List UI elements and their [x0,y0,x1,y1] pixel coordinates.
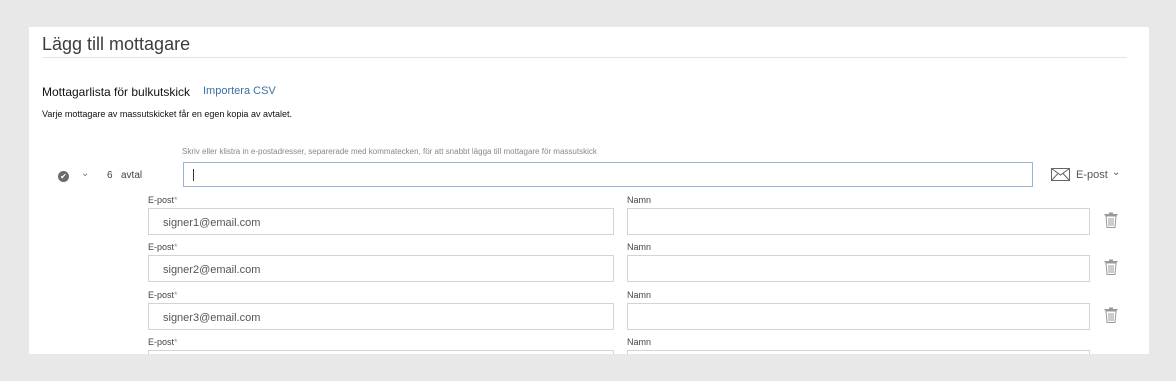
delivery-method-label[interactable]: E-post [1076,169,1108,181]
email-field[interactable]: signer1@email.com [148,208,614,235]
text-caret [193,169,194,181]
name-label: Namn [627,242,652,252]
bulk-input-hint: Skriv eller klistra in e-postadresser, s… [182,147,597,156]
agreement-count: 6 [107,170,113,181]
envelope-icon[interactable] [1051,168,1070,181]
email-label: E-post* [148,290,178,300]
agreement-count-unit: avtal [121,170,143,181]
trash-icon[interactable] [1104,307,1118,323]
add-recipients-panel: Lägg till mottagare Mottagarlista för bu… [29,27,1149,354]
recipient-row: E-post* Namn signer3@email.com [29,290,1149,337]
recipient-row: E-post* Namn [29,337,1149,354]
title-divider [42,57,1127,58]
bulk-list-title: Mottagarlista för bulkutskick [42,85,191,99]
name-field[interactable] [627,303,1090,330]
name-field[interactable] [627,208,1090,235]
email-label: E-post* [148,195,178,205]
email-label: E-post* [148,337,178,347]
name-label: Namn [627,195,652,205]
bulk-email-input[interactable] [183,162,1033,187]
name-field[interactable] [627,350,1090,354]
trash-icon[interactable] [1104,259,1118,275]
recipient-row: E-post* Namn signer2@email.com [29,242,1149,289]
chevron-down-icon[interactable]: ⌄ [81,168,89,179]
chevron-down-icon[interactable]: ⌄ [1112,167,1120,178]
import-csv-link[interactable]: Importera CSV [203,85,276,97]
name-label: Namn [627,290,652,300]
bulk-description: Varje mottagare av massutskicket får en … [42,109,292,119]
check-circle-icon: ✔ [58,171,69,182]
email-field[interactable] [148,350,614,354]
name-field[interactable] [627,255,1090,282]
name-label: Namn [627,337,652,347]
email-field[interactable]: signer2@email.com [148,255,614,282]
page-title: Lägg till mottagare [42,34,191,54]
trash-icon[interactable] [1104,212,1118,228]
email-label: E-post* [148,242,178,252]
email-field[interactable]: signer3@email.com [148,303,614,330]
recipient-row: E-post* Namn signer1@email.com [29,195,1149,242]
